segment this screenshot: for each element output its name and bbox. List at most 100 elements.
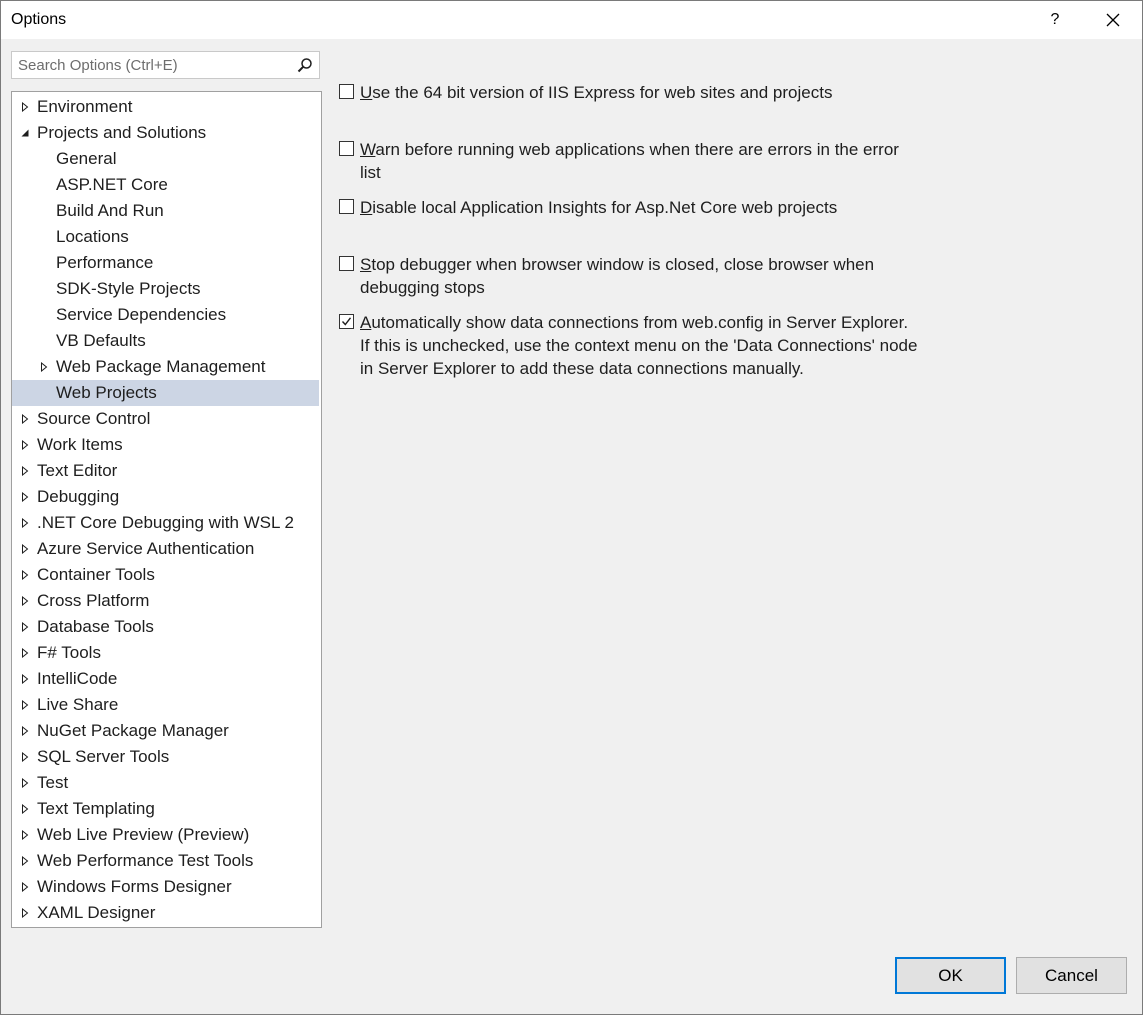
tree-item-test[interactable]: Test [12,770,319,796]
tree-item-label: Projects and Solutions [37,123,207,142]
tree-item-label: Azure Service Authentication [37,539,255,558]
tree-item-f-tools[interactable]: F# Tools [12,640,319,666]
tree-item-label: Web Performance Test Tools [37,851,254,870]
help-button[interactable]: ? [1032,1,1078,39]
collapsed-triangle-icon[interactable] [20,778,30,788]
option-iis64-label[interactable]: Use the 64 bit version of IIS Express fo… [360,81,920,104]
collapsed-triangle-icon[interactable] [20,856,30,866]
access-key: S [360,255,372,274]
option-stopdbg-checkbox[interactable] [339,256,354,271]
tree-item-azure-service-authentication[interactable]: Azure Service Authentication [12,536,319,562]
collapsed-triangle-icon[interactable] [20,648,30,658]
tree-item-environment[interactable]: Environment [12,94,319,120]
tree-item-debugging[interactable]: Debugging [12,484,319,510]
tree-item-locations[interactable]: Locations [12,224,319,250]
tree-item-label: SQL Server Tools [37,747,170,766]
tree-item-vb-defaults[interactable]: VB Defaults [12,328,319,354]
tree-item-live-share[interactable]: Live Share [12,692,319,718]
collapsed-triangle-icon[interactable] [20,752,30,762]
tree-item-label: Debugging [37,487,120,506]
search-box[interactable] [11,51,320,79]
dialog-title: Options [11,11,67,28]
tree-item-label: XAML Designer [37,903,156,922]
collapsed-triangle-icon[interactable] [20,804,30,814]
tree-item-text-editor[interactable]: Text Editor [12,458,319,484]
collapsed-triangle-icon[interactable] [20,700,30,710]
option-stopdbg-label[interactable]: Stop debugger when browser window is clo… [360,253,920,299]
checkmark-icon [341,317,352,326]
option-warn-checkbox[interactable] [339,141,354,156]
tree-item-nuget-package-manager[interactable]: NuGet Package Manager [12,718,319,744]
tree-item-label: Performance [56,253,154,272]
tree-item-label: ASP.NET Core [56,175,168,194]
collapsed-triangle-icon[interactable] [39,362,49,372]
tree-item-label: Windows Forms Designer [37,877,232,896]
option-text: utomatically show data connections from … [360,313,918,378]
cancel-button[interactable]: Cancel [1016,957,1127,994]
collapsed-triangle-icon[interactable] [20,622,30,632]
tree-item-performance[interactable]: Performance [12,250,319,276]
collapsed-triangle-icon[interactable] [20,570,30,580]
tree-item-sdk-style-projects[interactable]: SDK-Style Projects [12,276,319,302]
tree-item-text-templating[interactable]: Text Templating [12,796,319,822]
tree-item-web-projects[interactable]: Web Projects [12,380,319,406]
collapsed-triangle-icon[interactable] [20,466,30,476]
ok-button[interactable]: OK [895,957,1006,994]
tree-item-web-live-preview-preview[interactable]: Web Live Preview (Preview) [12,822,319,848]
tree-item-label: Environment [37,97,133,116]
option-dataconn-checkbox[interactable] [339,314,354,329]
tree-item-projects-and-solutions[interactable]: Projects and Solutions [12,120,319,146]
collapsed-triangle-icon[interactable] [20,544,30,554]
tree-item-label: Text Templating [37,799,155,818]
tree-item-net-core-debugging-with-wsl-2[interactable]: .NET Core Debugging with WSL 2 [12,510,319,536]
tree-item-label: F# Tools [37,643,101,662]
options-dialog: Options ? Environment Projects and Soluti… [0,0,1143,1015]
tree-item-general[interactable]: General [12,146,319,172]
tree-item-web-package-management[interactable]: Web Package Management [12,354,319,380]
tree-item-label: Work Items [37,435,123,454]
tree-item-cross-platform[interactable]: Cross Platform [12,588,319,614]
tree-item-intellicode[interactable]: IntelliCode [12,666,319,692]
collapsed-triangle-icon[interactable] [20,726,30,736]
collapsed-triangle-icon[interactable] [20,102,30,112]
tree-item-label: Database Tools [37,617,154,636]
expanded-triangle-icon[interactable] [20,128,30,138]
tree-item-label: Container Tools [37,565,155,584]
tree-item-work-items[interactable]: Work Items [12,432,319,458]
tree-item-label: Service Dependencies [56,305,227,324]
tree-item-container-tools[interactable]: Container Tools [12,562,319,588]
options-tree[interactable]: Environment Projects and Solutions General… [11,91,322,928]
option-insights-label[interactable]: Disable local Application Insights for A… [360,196,920,219]
tree-item-database-tools[interactable]: Database Tools [12,614,319,640]
collapsed-triangle-icon[interactable] [20,440,30,450]
tree-item-build-and-run[interactable]: Build And Run [12,198,319,224]
search-input[interactable] [12,52,304,78]
title-bar: Options ? [1,1,1142,39]
option-iis64-checkbox[interactable] [339,84,354,99]
tree-item-label: Build And Run [56,201,164,220]
collapsed-triangle-icon[interactable] [20,414,30,424]
tree-item-label: Test [37,773,69,792]
collapsed-triangle-icon[interactable] [20,674,30,684]
tree-item-xaml-designer[interactable]: XAML Designer [12,900,319,926]
close-icon [1106,13,1120,27]
tree-item-asp-net-core[interactable]: ASP.NET Core [12,172,319,198]
collapsed-triangle-icon[interactable] [20,830,30,840]
collapsed-triangle-icon[interactable] [20,882,30,892]
collapsed-triangle-icon[interactable] [20,596,30,606]
tree-item-service-dependencies[interactable]: Service Dependencies [12,302,319,328]
tree-item-source-control[interactable]: Source Control [12,406,319,432]
tree-item-label: Web Package Management [56,357,266,376]
collapsed-triangle-icon[interactable] [20,518,30,528]
tree-item-web-performance-test-tools[interactable]: Web Performance Test Tools [12,848,319,874]
collapsed-triangle-icon[interactable] [20,908,30,918]
option-insights-checkbox[interactable] [339,199,354,214]
option-warn-label[interactable]: Warn before running web applications whe… [360,138,920,184]
tree-item-windows-forms-designer[interactable]: Windows Forms Designer [12,874,319,900]
collapsed-triangle-icon[interactable] [20,492,30,502]
option-dataconn-label[interactable]: Automatically show data connections from… [360,311,920,380]
tree-item-label: Text Editor [37,461,118,480]
tree-item-sql-server-tools[interactable]: SQL Server Tools [12,744,319,770]
search-icon[interactable] [297,57,313,73]
close-button[interactable] [1090,1,1136,39]
